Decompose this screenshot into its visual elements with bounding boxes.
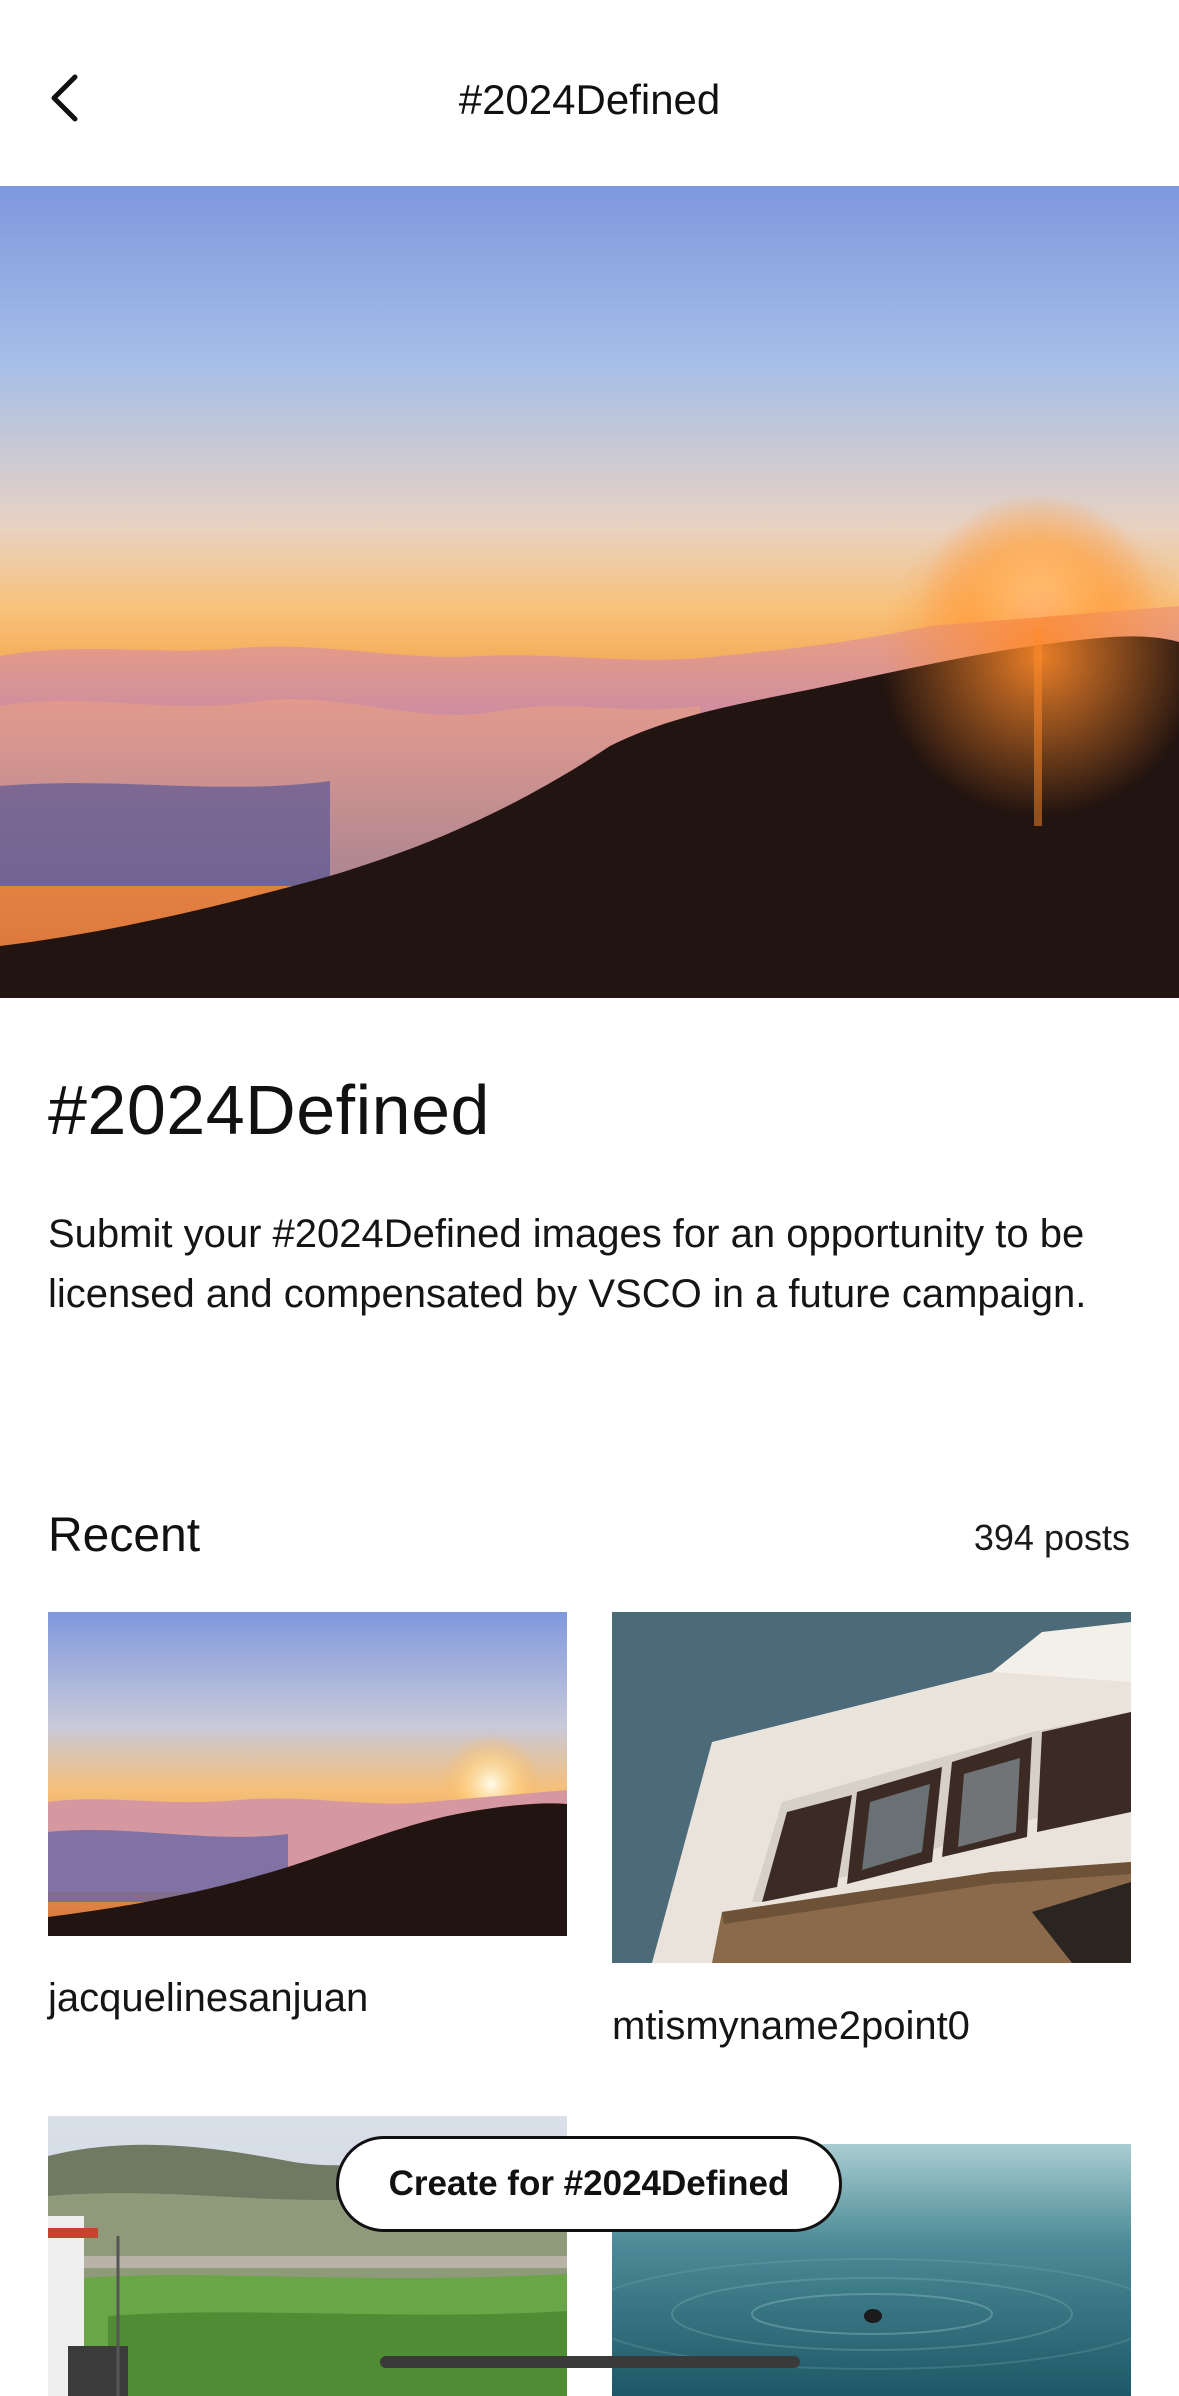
post-username-1[interactable]: jacquelinesanjuan [48,1972,368,2024]
post-count: 394 posts [973,1517,1130,1558]
challenge-description: Submit your #2024Defined images for an o… [48,1212,1087,1316]
post-username-2[interactable]: mtismyname2point0 [612,2000,970,2052]
challenge-title: #2024Defined [48,1071,490,1149]
top-navigation-bar: #2024Defined [0,0,1179,186]
recent-heading: Recent [48,1509,201,1562]
create-button[interactable]: Create for #2024Defined [336,2136,842,2232]
nav-title: #2024Defined [458,76,721,123]
post-thumbnail-2[interactable] [612,1612,1131,1963]
home-indicator [380,2356,800,2368]
hero-image [0,186,1179,998]
post-thumbnail-1[interactable] [48,1612,567,1936]
